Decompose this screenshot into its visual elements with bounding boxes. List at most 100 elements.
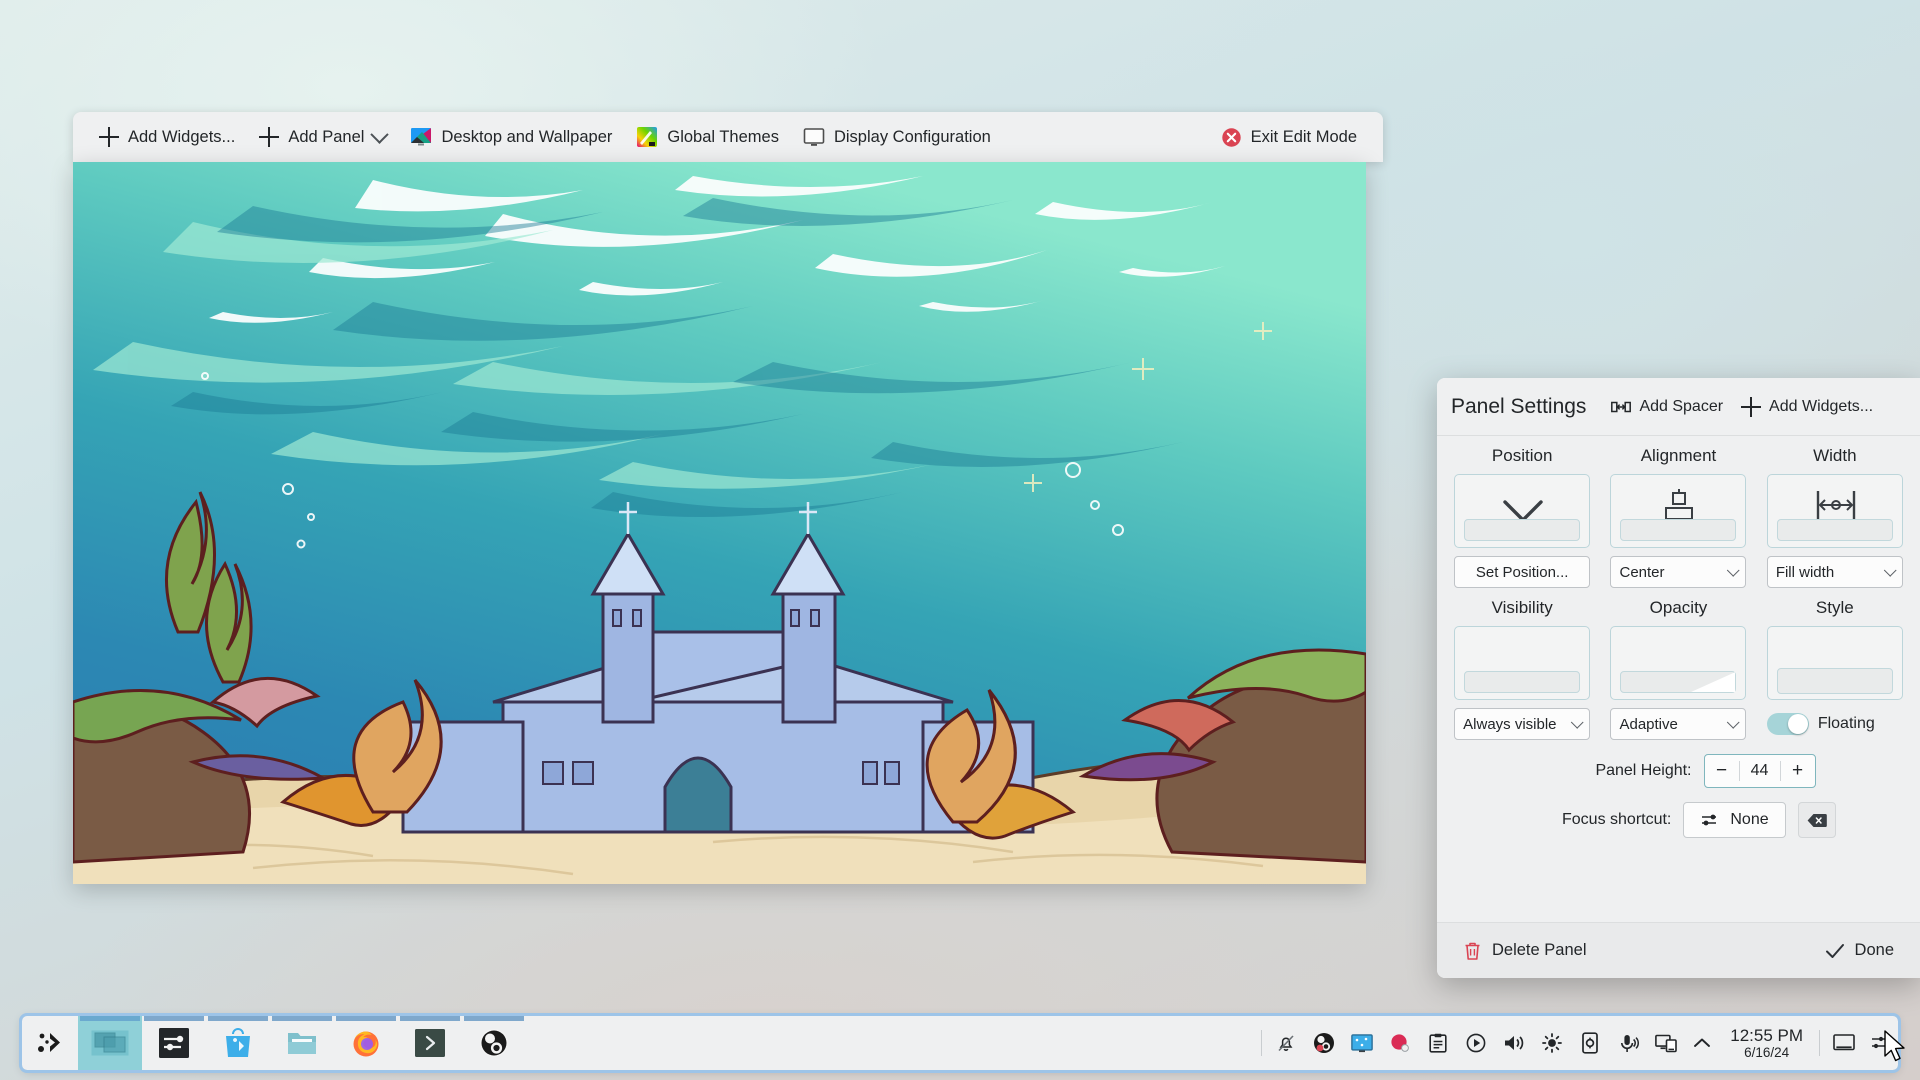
width-preview[interactable] bbox=[1766, 474, 1903, 548]
clear-shortcut-button[interactable] bbox=[1797, 802, 1836, 838]
firefox-task[interactable] bbox=[334, 1016, 398, 1070]
minimize-all-icon[interactable] bbox=[1826, 1026, 1862, 1060]
opacity-gradient-fill bbox=[1691, 672, 1736, 692]
focus-shortcut-button[interactable]: None bbox=[1683, 802, 1786, 838]
floating-toggle-row: Floating bbox=[1766, 708, 1903, 740]
opacity-value: Adaptive bbox=[1619, 715, 1678, 733]
desktop-and-wallpaper-label: Desktop and Wallpaper bbox=[441, 127, 613, 146]
panel-height-decrease-button[interactable]: − bbox=[1705, 755, 1739, 787]
panel-height-spinbox[interactable]: − 44 + bbox=[1703, 754, 1816, 788]
pager-icon bbox=[91, 1030, 129, 1056]
kde-application-launcher[interactable] bbox=[22, 1028, 78, 1058]
toggle-knob bbox=[1787, 714, 1808, 734]
width-panel-strip bbox=[1776, 519, 1893, 541]
pager-task[interactable] bbox=[78, 1016, 142, 1070]
add-spacer-icon bbox=[1611, 400, 1632, 414]
opacity-combobox[interactable]: Adaptive bbox=[1610, 708, 1747, 740]
chevron-down-icon bbox=[1570, 715, 1584, 729]
opacity-preview[interactable] bbox=[1610, 626, 1747, 700]
panel-height-increase-button[interactable]: + bbox=[1781, 755, 1815, 787]
system-settings-task[interactable] bbox=[142, 1016, 206, 1070]
system-tray bbox=[1268, 1026, 1684, 1060]
digital-clock[interactable]: 12:55 PM 6/16/24 bbox=[1720, 1026, 1813, 1060]
alignment-value: Center bbox=[1619, 563, 1665, 581]
plus-icon bbox=[259, 127, 280, 147]
display-configuration-label: Display Configuration bbox=[833, 127, 991, 146]
panel-height-label: Panel Height: bbox=[1595, 762, 1692, 779]
position-title: Position bbox=[1491, 446, 1553, 465]
delete-panel-button[interactable]: Delete Panel bbox=[1455, 933, 1594, 969]
panel-settings-row-1: Position Set Position... Alignment Cente… bbox=[1453, 446, 1904, 588]
alignment-title: Alignment bbox=[1640, 446, 1717, 465]
set-position-button[interactable]: Set Position... bbox=[1454, 556, 1591, 588]
style-title: Style bbox=[1815, 598, 1854, 617]
focus-shortcut-row: Focus shortcut: None bbox=[1453, 802, 1904, 838]
panel-settings-body: Position Set Position... Alignment Cente… bbox=[1437, 436, 1920, 922]
width-title: Width bbox=[1813, 446, 1857, 465]
obs-studio-task[interactable] bbox=[462, 1016, 526, 1070]
floating-label: Floating bbox=[1817, 715, 1875, 732]
style-preview[interactable] bbox=[1766, 626, 1903, 700]
exit-edit-mode-label: Exit Edit Mode bbox=[1250, 127, 1357, 146]
battery-icon[interactable] bbox=[1572, 1026, 1608, 1060]
record-tray-icon[interactable] bbox=[1382, 1026, 1418, 1060]
opacity-panel-strip bbox=[1620, 671, 1737, 693]
panel-add-widgets-button[interactable]: Add Widgets... bbox=[1732, 390, 1882, 424]
network-icon[interactable] bbox=[1648, 1026, 1684, 1060]
alignment-preview[interactable] bbox=[1610, 474, 1747, 548]
display-configuration-button[interactable]: Display Configuration bbox=[791, 119, 1003, 155]
brightness-icon[interactable] bbox=[1534, 1026, 1570, 1060]
microphone-icon[interactable] bbox=[1610, 1026, 1646, 1060]
panel-settings-footer: Delete Panel Done bbox=[1437, 922, 1920, 978]
floating-toggle[interactable] bbox=[1766, 713, 1809, 735]
done-label: Done bbox=[1854, 941, 1894, 959]
display-tray-icon[interactable] bbox=[1344, 1026, 1380, 1060]
file-manager-task[interactable] bbox=[270, 1016, 334, 1070]
panel-settings-icon[interactable] bbox=[1862, 1026, 1898, 1060]
panel-settings-dialog: Panel Settings Add Spacer Add Widgets...… bbox=[1437, 378, 1920, 978]
add-panel-button[interactable]: Add Panel bbox=[247, 119, 398, 155]
position-panel-strip bbox=[1464, 519, 1581, 541]
width-combobox[interactable]: Fill width bbox=[1766, 556, 1903, 588]
focus-shortcut-value: None bbox=[1730, 811, 1769, 828]
media-player-icon[interactable] bbox=[1458, 1026, 1494, 1060]
notifications-muted-icon[interactable] bbox=[1268, 1026, 1304, 1060]
alignment-group: Alignment Center bbox=[1609, 446, 1747, 588]
konsole-task[interactable] bbox=[398, 1016, 462, 1070]
task-manager bbox=[78, 1016, 526, 1070]
visibility-preview[interactable] bbox=[1454, 626, 1591, 700]
panel-settings-header: Panel Settings Add Spacer Add Widgets... bbox=[1437, 378, 1920, 436]
add-widgets-button[interactable]: Add Widgets... bbox=[87, 119, 247, 155]
volume-icon[interactable] bbox=[1496, 1026, 1532, 1060]
underwater-castle-wallpaper bbox=[73, 162, 1366, 884]
set-position-label: Set Position... bbox=[1475, 563, 1569, 581]
add-widgets-label: Add Widgets... bbox=[128, 127, 236, 146]
firefox-icon bbox=[353, 1031, 379, 1057]
alignment-combobox[interactable]: Center bbox=[1610, 556, 1747, 588]
panel-height-value[interactable]: 44 bbox=[1740, 762, 1780, 780]
visibility-combobox[interactable]: Always visible bbox=[1454, 708, 1591, 740]
exit-edit-mode-button[interactable]: Exit Edit Mode bbox=[1209, 119, 1369, 155]
style-group: Style Floating bbox=[1766, 598, 1904, 740]
folder-icon bbox=[288, 1033, 316, 1054]
chevron-up-icon[interactable] bbox=[1684, 1026, 1720, 1060]
visibility-group: Visibility Always visible bbox=[1453, 598, 1591, 740]
focus-shortcut-label: Focus shortcut: bbox=[1562, 811, 1672, 828]
position-preview[interactable] bbox=[1454, 474, 1591, 548]
desktop-wallpaper-icon bbox=[410, 126, 432, 148]
panel-settings-row-2: Visibility Always visible Opacity Adapti… bbox=[1453, 598, 1904, 740]
global-themes-button[interactable]: Global Themes bbox=[624, 119, 791, 155]
panel-add-widgets-label: Add Widgets... bbox=[1769, 397, 1874, 415]
add-spacer-button[interactable]: Add Spacer bbox=[1602, 390, 1732, 424]
panel-settings-title: Panel Settings bbox=[1451, 394, 1587, 418]
clock-time: 12:55 PM bbox=[1730, 1025, 1803, 1045]
desktop-and-wallpaper-button[interactable]: Desktop and Wallpaper bbox=[398, 119, 624, 155]
done-button[interactable]: Done bbox=[1817, 933, 1902, 969]
chevron-down-icon bbox=[370, 124, 390, 144]
clipboard-icon[interactable] bbox=[1420, 1026, 1456, 1060]
obs-tray-icon[interactable] bbox=[1306, 1026, 1342, 1060]
panel-height-row: Panel Height: − 44 + bbox=[1453, 754, 1904, 788]
desktop-wallpaper-area[interactable] bbox=[73, 162, 1366, 884]
discover-task[interactable] bbox=[206, 1016, 270, 1070]
visibility-panel-strip bbox=[1464, 671, 1581, 693]
